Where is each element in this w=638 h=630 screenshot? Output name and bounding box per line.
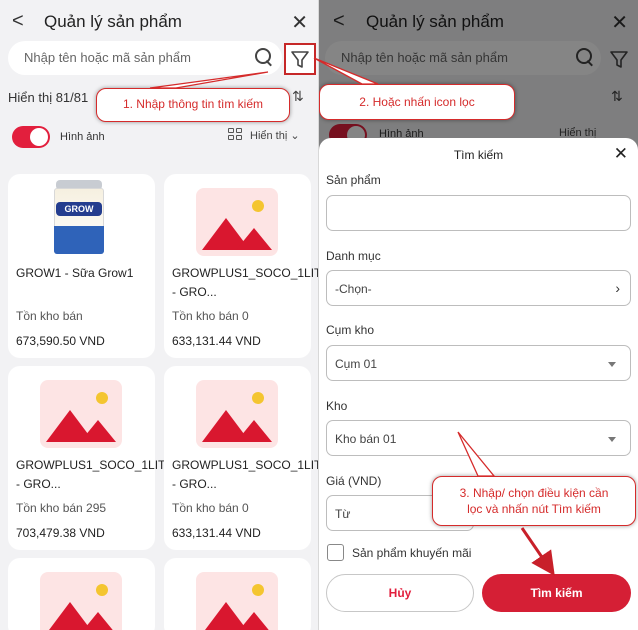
warehouse-field-label: Kho [326, 399, 348, 413]
product-price: 673,590.50 VND [16, 334, 105, 348]
product-card[interactable] [8, 558, 155, 630]
price-from-placeholder: Từ [335, 507, 351, 521]
cancel-button[interactable]: Hủy [326, 574, 474, 612]
search-icon[interactable] [254, 46, 276, 68]
warehouse-select[interactable]: Kho bán 01 [326, 420, 631, 456]
product-name: GROWPLUS1_SOCO_1LIT_CHAI_HO_40 - GRO... [172, 266, 318, 299]
modal-close-icon[interactable]: ✕ [614, 144, 628, 164]
product-price: 633,131.44 VND [172, 334, 261, 348]
price-field-label: Giá (VND) [326, 474, 382, 488]
grid-view-icon [228, 128, 244, 142]
search-filter-screen: < Quản lý sản phẩm ✕ Nhập tên hoặc mã sả… [319, 0, 638, 630]
product-price: 633,131.44 VND [172, 526, 261, 540]
product-name: GROW1 - Sữa Grow1 [16, 266, 134, 280]
chevron-down-icon: ⌄ [290, 130, 300, 142]
placeholder-image-icon [196, 572, 278, 630]
dropdown-caret-icon [608, 362, 616, 367]
product-image: GROW [48, 180, 110, 260]
image-toggle[interactable] [12, 126, 50, 148]
annotation-step3-line1: 3. Nhập/ chọn điều kiện cần [459, 486, 609, 500]
product-stock: Tồn kho bán [16, 309, 83, 323]
screenshot-root: < Quản lý sản phẩm ✕ Nhập tên hoặc mã sả… [0, 0, 638, 630]
annotation-step1: 1. Nhập thông tin tìm kiếm [96, 88, 290, 122]
dropdown-caret-icon [608, 437, 616, 442]
product-brand-label: GROW [56, 202, 102, 216]
warehouse-value: Kho bán 01 [335, 432, 397, 446]
placeholder-image-icon [196, 188, 278, 256]
header: < Quản lý sản phẩm ✕ [0, 0, 318, 44]
promo-checkbox[interactable] [327, 544, 344, 561]
promo-checkbox-label: Sản phẩm khuyến mãi [352, 546, 472, 560]
modal-title: Tìm kiếm [453, 148, 504, 162]
placeholder-image-icon [196, 380, 278, 448]
result-count: Hiển thị 81/81 [8, 90, 89, 105]
product-list-screen: < Quản lý sản phẩm ✕ Nhập tên hoặc mã sả… [0, 0, 318, 630]
chevron-right-icon: › [615, 280, 620, 296]
cluster-select[interactable]: Cụm 01 [326, 345, 631, 381]
product-card[interactable]: GROWPLUS1_SOCO_1LIT_CHAI_HO_40 - GRO... … [164, 174, 318, 358]
page-title: Quản lý sản phẩm [44, 12, 182, 31]
close-icon[interactable]: ✕ [291, 10, 308, 35]
product-price: 703,479.38 VND [16, 526, 105, 540]
product-card[interactable]: GROWPLUS1_SOCO_1LIT_GIAY_HO_37 - GRO... … [8, 366, 245, 550]
product-stock: Tồn kho bán 0 [172, 309, 249, 323]
category-value: -Chọn- [335, 282, 372, 296]
placeholder-image-icon [40, 572, 122, 630]
image-toggle-label: Hình ảnh [60, 131, 105, 143]
product-name: GROWPLUS1_SOCO_1LIT_GIAY_HO_37 - GRO... [16, 458, 245, 491]
product-name: GROWPLUS1_SOCO_1LIT_GIAY_HO_42 - GRO... [172, 458, 318, 491]
search-input[interactable]: Nhập tên hoặc mã sản phẩm [24, 50, 191, 65]
search-modal: Tìm kiếm ✕ Sản phẩm Danh mục -Chọn- › Cụ… [319, 138, 638, 630]
product-field-label: Sản phẩm [326, 173, 381, 187]
view-mode-selector[interactable]: Hiển thị ⌄ [228, 128, 300, 142]
cluster-field-label: Cụm kho [326, 323, 375, 337]
annotation-step3: 3. Nhập/ chọn điều kiện cần lọc và nhấn … [432, 476, 636, 526]
product-card[interactable] [164, 558, 311, 630]
back-icon[interactable]: < [12, 10, 24, 33]
cluster-value: Cụm 01 [335, 357, 378, 371]
sort-icon[interactable]: ⇅ [292, 88, 304, 105]
annotation-step3-line2: lọc và nhấn nút Tìm kiếm [467, 502, 601, 516]
product-stock: Tồn kho bán 295 [16, 501, 107, 515]
search-bar[interactable]: Nhập tên hoặc mã sản phẩm [8, 41, 282, 75]
category-select[interactable]: -Chọn- › [326, 270, 631, 306]
product-field[interactable] [326, 195, 631, 231]
product-card[interactable]: GROWPLUS1_SOCO_1LIT_GIAY_HO_42 - GRO... … [164, 366, 318, 550]
search-button[interactable]: Tìm kiếm [482, 574, 631, 612]
filter-icon[interactable] [285, 44, 315, 74]
product-card[interactable]: GROW GROW1 - Sữa Grow1 Tồn kho bán 673,5… [8, 174, 155, 358]
product-stock: Tồn kho bán 0 [172, 501, 249, 515]
annotation-step2: 2. Hoặc nhấn icon lọc [319, 84, 515, 120]
category-field-label: Danh mục [326, 249, 381, 263]
view-mode-label: Hiển thị [250, 130, 288, 142]
placeholder-image-icon [40, 380, 122, 448]
